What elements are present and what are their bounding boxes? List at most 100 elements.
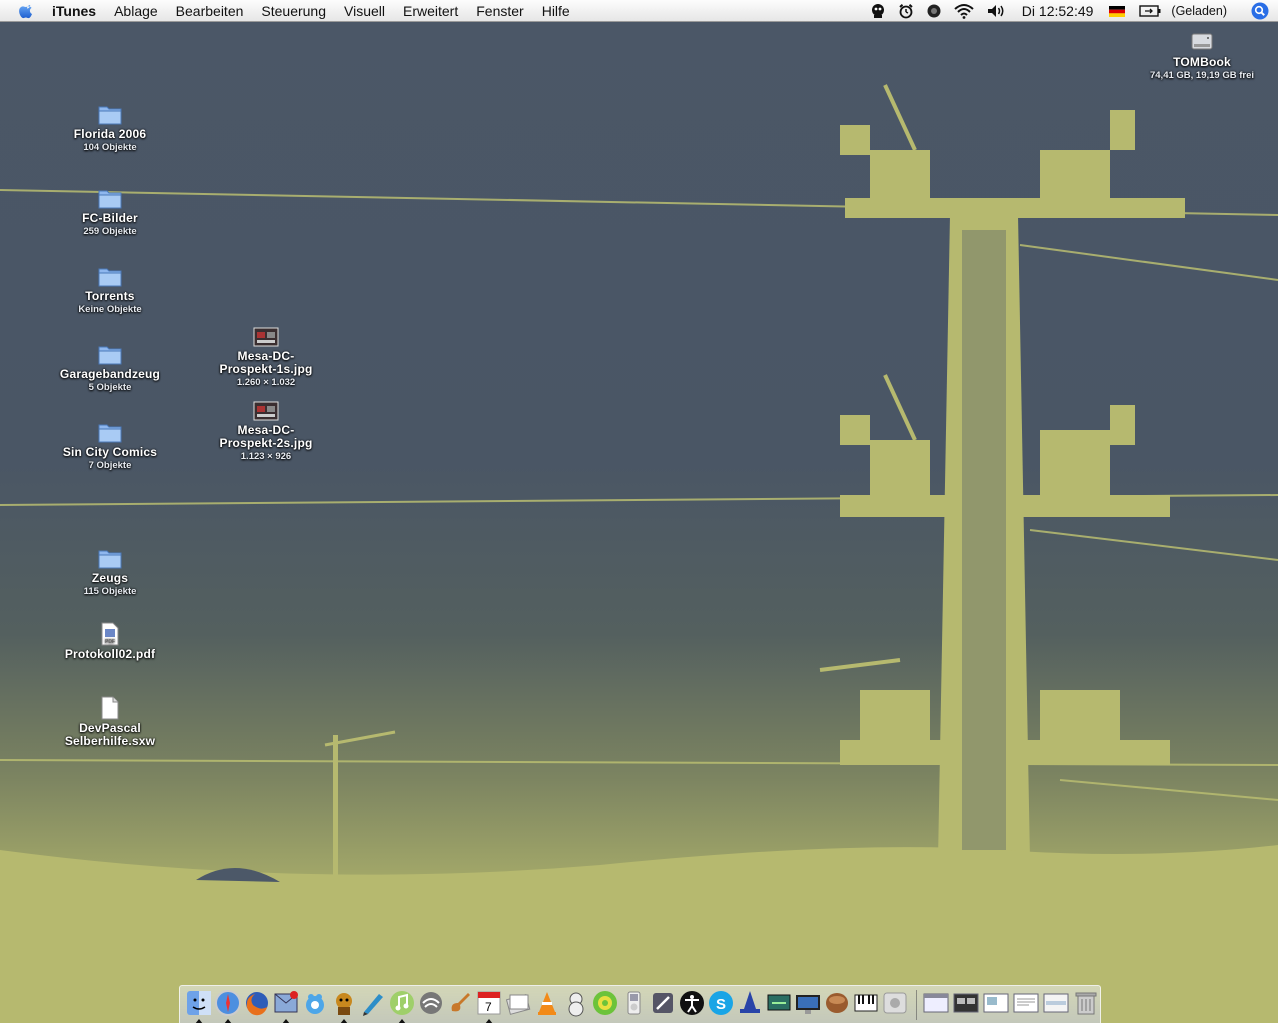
system-monitor-icon[interactable] (794, 989, 822, 1017)
running-indicator (398, 1019, 406, 1023)
menu-itunes[interactable]: iTunes (44, 0, 105, 22)
menu-hilfe[interactable]: Hilfe (533, 0, 579, 22)
window-2-icon[interactable] (952, 989, 980, 1017)
folder-garagebandzeug[interactable]: Garagebandzeug 5 Objekte (50, 342, 170, 394)
folder-icon (98, 190, 122, 209)
ical-icon[interactable]: 7 (475, 989, 503, 1017)
screen-icon[interactable] (765, 989, 793, 1017)
script-icon[interactable] (870, 3, 886, 19)
garageband-icon[interactable] (446, 989, 474, 1017)
icon-info: 115 Objekte (83, 586, 137, 597)
battery-status[interactable]: (Geladen) (1171, 4, 1227, 18)
icon-label: Zeugs (91, 571, 129, 585)
menu-erweitert[interactable]: Erweitert (394, 0, 467, 22)
preview-icon[interactable] (504, 989, 532, 1017)
icon-label: Garagebandzeug (59, 367, 161, 381)
ipod-icon[interactable] (620, 989, 648, 1017)
growl-icon[interactable] (330, 989, 358, 1017)
wizard-icon[interactable] (736, 989, 764, 1017)
running-indicator (224, 1019, 232, 1023)
finder-icon[interactable] (185, 989, 213, 1017)
folder-icon (98, 268, 122, 287)
clock[interactable]: Di 12:52:49 (1022, 3, 1094, 19)
apple-icon[interactable] (881, 989, 909, 1017)
record-icon[interactable] (926, 3, 942, 19)
menu-visuell[interactable]: Visuell (335, 0, 394, 22)
german-flag-icon[interactable] (1109, 5, 1126, 17)
file-mesa-dc-prospekt-2s[interactable]: Mesa-DC- Prospekt-2s.jpg 1.123 × 926 (206, 400, 326, 463)
dock: 7 S (179, 985, 1101, 1023)
icon-label: Protokoll02.pdf (64, 647, 156, 661)
battery-icon[interactable] (1139, 5, 1161, 17)
folder-zeugs[interactable]: Zeugs 115 Objekte (50, 546, 170, 598)
running-indicator (195, 1019, 203, 1023)
folder-sin-city-comics[interactable]: Sin City Comics 7 Objekte (50, 420, 170, 472)
app-icon[interactable] (562, 989, 590, 1017)
volume-icon[interactable] (986, 3, 1006, 19)
icon-info: 5 Objekte (88, 382, 132, 393)
running-indicator (282, 1019, 290, 1023)
menu-ablage[interactable]: Ablage (105, 0, 167, 22)
menu-steuerung[interactable]: Steuerung (252, 0, 335, 22)
hard-drive-icon (1191, 33, 1213, 50)
svg-text:7: 7 (485, 1000, 492, 1014)
pen-tool-icon[interactable] (649, 989, 677, 1017)
folder-icon (98, 346, 122, 365)
desktop[interactable]: iTunes Ablage Bearbeiten Steuerung Visue… (0, 0, 1278, 1023)
spotlight-icon[interactable] (1251, 2, 1269, 20)
running-indicator (485, 1019, 493, 1023)
pdf-file-icon: PDF (101, 622, 119, 646)
window-3-icon[interactable] (982, 989, 1010, 1017)
window-4-icon[interactable] (1012, 989, 1040, 1017)
icon-label: Sin City Comics (62, 445, 158, 459)
icon-label: Prospekt-2s.jpg (219, 436, 313, 450)
menu-bar: iTunes Ablage Bearbeiten Steuerung Visue… (0, 0, 1278, 22)
folder-torrents[interactable]: Torrents Keine Objekte (50, 264, 170, 316)
icon-info: 259 Objekte (83, 226, 137, 237)
window-5-icon[interactable] (1042, 989, 1070, 1017)
svg-text:PDF: PDF (105, 639, 115, 645)
adium-icon[interactable] (301, 989, 329, 1017)
folder-icon (98, 106, 122, 125)
firefox-icon[interactable] (243, 989, 271, 1017)
icon-label: Prospekt-1s.jpg (219, 362, 313, 376)
icon-label: Selberhilfe.sxw (64, 734, 156, 748)
alarm-icon[interactable] (898, 3, 914, 19)
skype-icon[interactable]: S (707, 989, 735, 1017)
window-1-icon[interactable] (922, 989, 950, 1017)
apple-menu-icon[interactable] (18, 2, 36, 20)
mail-icon[interactable] (272, 989, 300, 1017)
hard-drive-tombook[interactable]: TOMBook 74,41 GB, 19,19 GB frei (1142, 28, 1262, 82)
vlc-icon[interactable] (533, 989, 561, 1017)
folder-icon (98, 424, 122, 443)
icon-label: Florida 2006 (73, 127, 147, 141)
trash-icon[interactable] (1072, 989, 1100, 1017)
bowl-icon[interactable] (823, 989, 851, 1017)
folder-icon (98, 550, 122, 569)
menu-fenster[interactable]: Fenster (467, 0, 532, 22)
wallpaper-power-pylon (0, 84, 1278, 1023)
drive-info: 74,41 GB, 19,19 GB frei (1149, 70, 1255, 81)
image-thumbnail-icon (253, 401, 279, 421)
file-protokoll02-pdf[interactable]: PDF Protokoll02.pdf (50, 622, 170, 661)
menu-bearbeiten[interactable]: Bearbeiten (167, 0, 253, 22)
menu-extras: Di 12:52:49 (Geladen) (864, 0, 1278, 22)
safari-icon[interactable] (214, 989, 242, 1017)
icon-info: 104 Objekte (83, 142, 137, 153)
file-devpascal-selberhilfe[interactable]: DevPascal Selberhilfe.sxw (50, 696, 170, 748)
pen-icon[interactable] (359, 989, 387, 1017)
chess-icon[interactable] (591, 989, 619, 1017)
network-icon[interactable] (417, 989, 445, 1017)
accessibility-icon[interactable] (678, 989, 706, 1017)
wifi-icon[interactable] (954, 3, 974, 19)
running-indicator (340, 1019, 348, 1023)
file-mesa-dc-prospekt-1s[interactable]: Mesa-DC- Prospekt-1s.jpg 1.260 × 1.032 (206, 326, 326, 389)
folder-florida-2006[interactable]: Florida 2006 104 Objekte (50, 102, 170, 154)
piano-icon[interactable] (852, 989, 880, 1017)
itunes-icon[interactable] (388, 989, 416, 1017)
dock-separator (916, 990, 917, 1020)
svg-text:S: S (716, 996, 726, 1013)
folder-fc-bilder[interactable]: FC-Bilder 259 Objekte (50, 186, 170, 238)
icon-info: Keine Objekte (78, 304, 142, 315)
icon-info: 1.123 × 926 (240, 451, 292, 462)
